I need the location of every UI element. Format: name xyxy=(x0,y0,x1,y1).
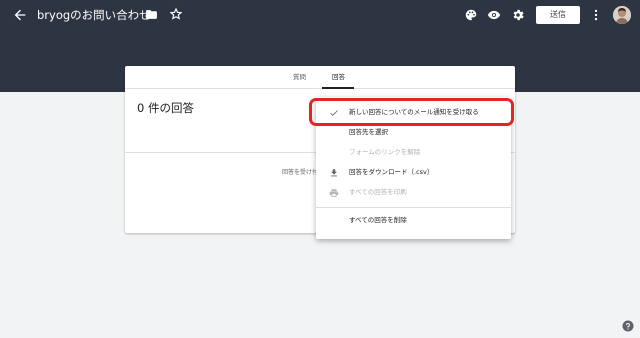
folder-icon[interactable] xyxy=(145,8,158,21)
menu-item-label: すべての回答を印刷 xyxy=(349,188,407,196)
more-vert-icon[interactable] xyxy=(592,8,600,22)
print-icon xyxy=(329,189,339,197)
tab-responses[interactable]: 回答 xyxy=(332,73,345,82)
preview-eye-icon[interactable] xyxy=(487,8,501,22)
star-icon[interactable] xyxy=(169,7,183,21)
active-tab-indicator xyxy=(322,87,354,89)
menu-item-download-csv[interactable]: 回答をダウンロード（.csv） xyxy=(316,163,511,183)
settings-gear-icon[interactable] xyxy=(511,8,525,22)
menu-divider xyxy=(316,207,511,208)
send-button[interactable]: 送信 xyxy=(536,6,580,24)
tab-questions[interactable]: 質問 xyxy=(293,73,306,82)
menu-item-label: すべての回答を削除 xyxy=(349,216,407,224)
palette-icon[interactable] xyxy=(464,8,478,22)
menu-item-delete-all[interactable]: すべての回答を削除 xyxy=(316,211,511,231)
menu-item-print-all: すべての回答を印刷 xyxy=(316,183,511,203)
download-icon xyxy=(331,169,337,177)
avatar-image xyxy=(613,6,631,24)
highlight-outline xyxy=(309,98,514,126)
menu-item-select-destination[interactable]: 回答先を選択 xyxy=(316,123,511,143)
response-count: 0 件の回答 xyxy=(137,101,194,115)
form-title[interactable]: bryogのお問い合わせ xyxy=(37,8,151,22)
back-arrow-icon[interactable] xyxy=(12,7,28,23)
help-icon[interactable] xyxy=(622,320,634,332)
accepting-responses-label: 回答を受け付 xyxy=(282,169,319,176)
header-row: bryogのお問い合わせ 送信 xyxy=(0,0,640,30)
menu-item-label: フォームのリンクを解除 xyxy=(349,148,421,156)
account-avatar[interactable] xyxy=(613,6,631,24)
form-tabs: 質問 回答 xyxy=(125,66,515,89)
menu-item-label: 回答をダウンロード（.csv） xyxy=(349,168,434,176)
menu-item-label: 回答先を選択 xyxy=(349,128,388,136)
menu-item-unlink-form: フォームのリンクを解除 xyxy=(316,143,511,163)
